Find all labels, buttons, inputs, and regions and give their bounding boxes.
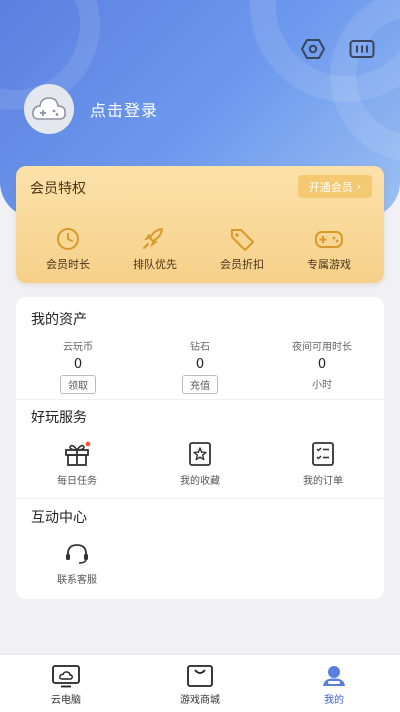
service-label: 我的订单 [303, 476, 343, 487]
asset-value: 0 [317, 357, 327, 372]
rocket-icon [143, 228, 163, 249]
star-icon [189, 442, 211, 466]
tag-icon [231, 229, 254, 251]
service-label: 每日任务 [57, 476, 97, 487]
vip-item-label: 排队优先 [133, 258, 177, 271]
gift-icon [65, 441, 91, 466]
gamepad-icon [315, 231, 343, 248]
asset-night-time: 夜间可用时长 0 小时 [267, 338, 377, 391]
vip-title: 会员特权 [30, 181, 86, 197]
asset-label: 云玩币 [63, 342, 93, 353]
eye-icon[interactable] [298, 34, 328, 64]
headset-icon [66, 544, 88, 564]
settings-icon[interactable] [347, 34, 377, 64]
interaction-title: 互动中心 [31, 510, 87, 526]
divider [16, 498, 384, 499]
vip-item-label: 会员时长 [46, 258, 90, 271]
vip-item-discount[interactable]: 会员折扣 [207, 226, 277, 272]
claim-button[interactable]: 领取 [60, 375, 96, 394]
login-link[interactable]: 点击登录 [90, 97, 158, 121]
asset-label: 夜间可用时长 [292, 342, 352, 353]
recharge-button[interactable]: 充值 [182, 375, 218, 394]
vip-item-label: 专属游戏 [307, 258, 351, 271]
asset-diamonds: 钻石 0 充值 [145, 338, 255, 394]
asset-value: 0 [195, 357, 205, 372]
divider [16, 399, 384, 400]
vip-item-label: 会员折扣 [220, 258, 264, 271]
service-favorites[interactable]: 我的收藏 [155, 441, 245, 487]
tab-label: 游戏商城 [180, 695, 220, 706]
vip-privileges-card: 会员特权 开通会员 › 会员时长 排队优先 会员折扣 专属游戏 [16, 166, 384, 283]
tab-label: 我的 [324, 695, 344, 706]
avatar[interactable] [24, 84, 74, 134]
service-label: 联系客服 [57, 575, 97, 586]
user-icon [323, 666, 345, 686]
open-vip-button[interactable]: 开通会员 › [298, 175, 372, 198]
bottom-tab-bar: 云电脑 游戏商城 我的 [0, 654, 400, 712]
main-card: 我的资产 云玩币 0 领取 钻石 0 充值 夜间可用时长 0 小时 好玩服务 每… [16, 297, 384, 599]
asset-cloud-coins: 云玩币 0 领取 [23, 338, 133, 394]
clock-icon [57, 228, 79, 250]
assets-title: 我的资产 [31, 312, 87, 328]
cloud-gamepad-avatar-icon [32, 97, 66, 120]
tab-cloud-pc[interactable]: 云电脑 [16, 664, 116, 706]
tab-mine[interactable]: 我的 [284, 664, 384, 706]
shopping-bag-icon [187, 665, 213, 687]
asset-unit: 小时 [312, 380, 332, 391]
monitor-cloud-icon [52, 665, 80, 688]
service-label: 我的收藏 [180, 476, 220, 487]
vip-item-exclusive-games[interactable]: 专属游戏 [294, 226, 364, 272]
notification-dot [85, 441, 91, 447]
contact-support[interactable]: 联系客服 [32, 542, 122, 586]
chevron-right-icon: › [356, 180, 362, 193]
asset-label: 钻石 [190, 342, 210, 353]
vip-item-priority[interactable]: 排队优先 [120, 226, 190, 272]
vip-item-duration[interactable]: 会员时长 [33, 226, 103, 272]
tab-label: 云电脑 [51, 695, 81, 706]
services-title: 好玩服务 [31, 410, 87, 426]
order-list-icon [312, 442, 334, 466]
service-orders[interactable]: 我的订单 [278, 441, 368, 487]
service-daily-tasks[interactable]: 每日任务 [32, 441, 122, 487]
tab-game-store[interactable]: 游戏商城 [150, 664, 250, 706]
asset-value: 0 [73, 357, 83, 372]
open-vip-label: 开通会员 [308, 180, 353, 194]
